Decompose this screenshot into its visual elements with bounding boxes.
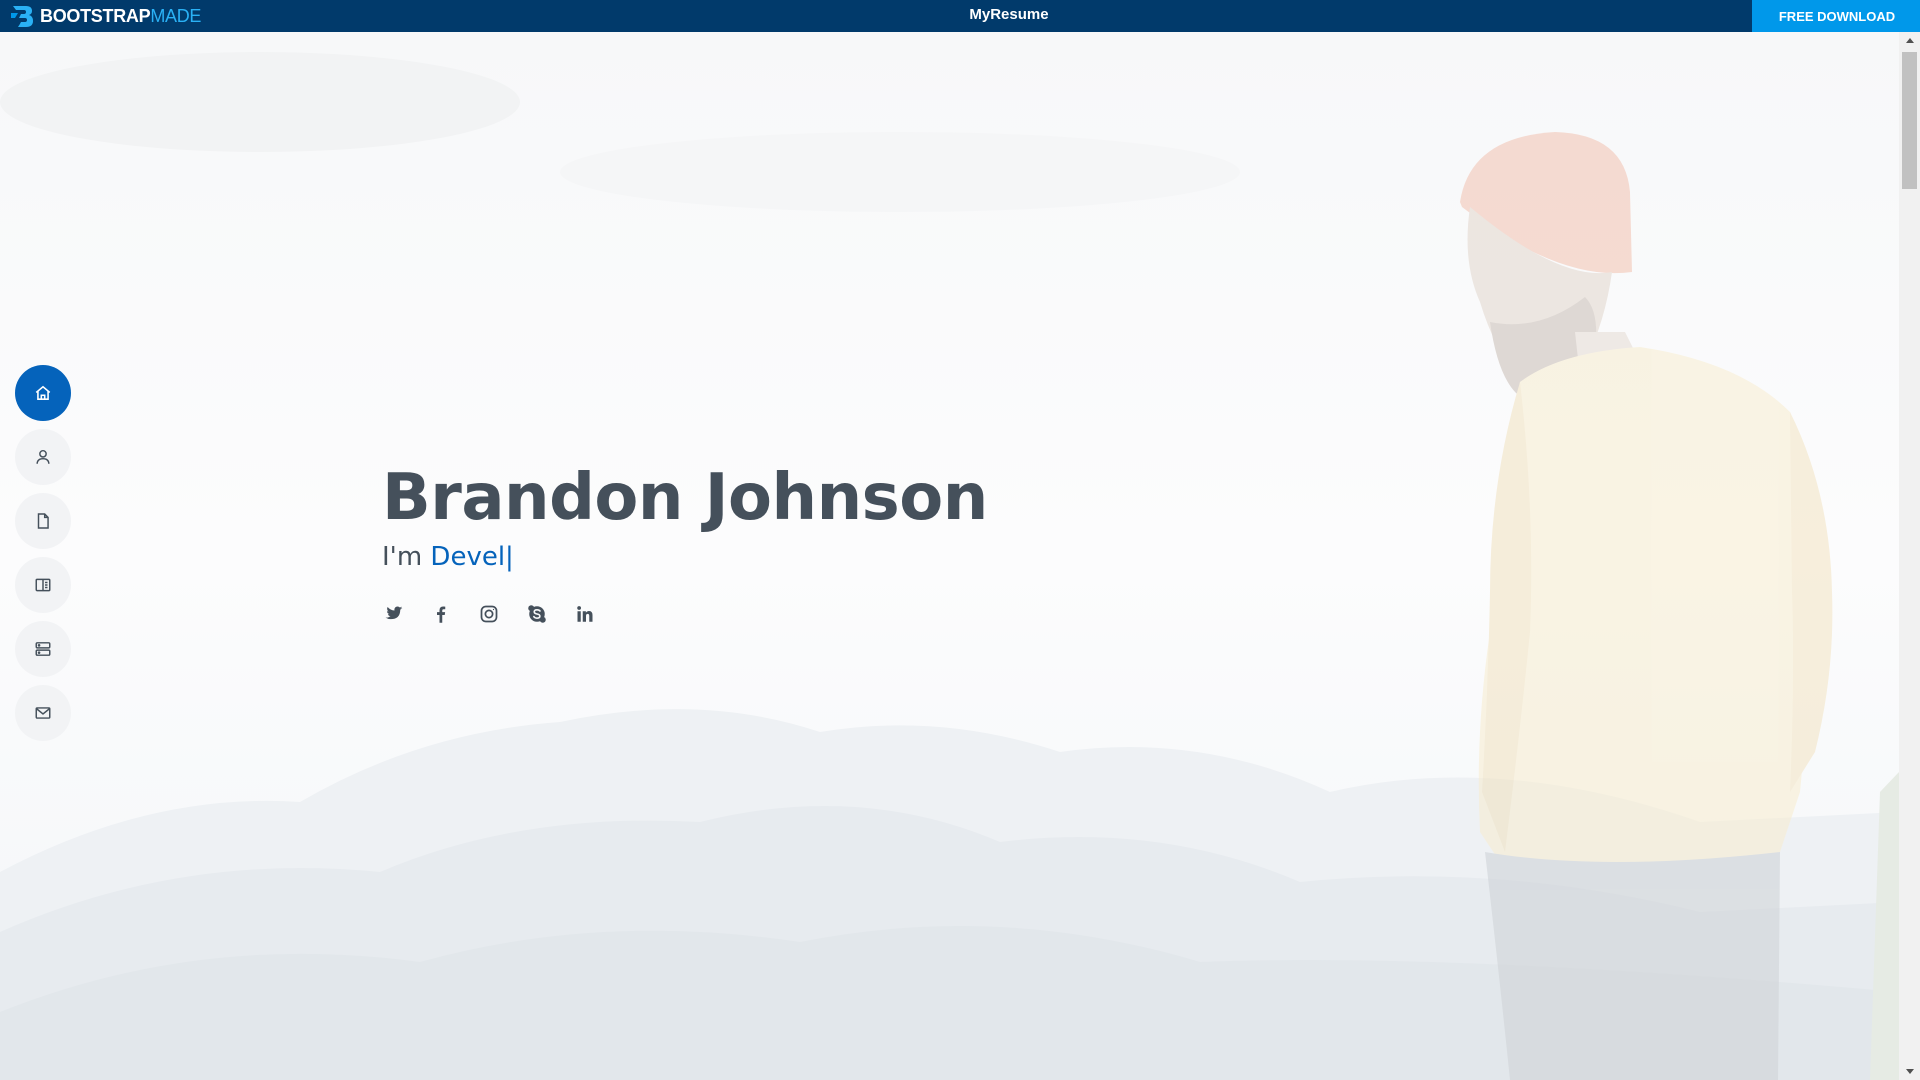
brand-name-part1: BOOTSTRAP xyxy=(40,5,151,26)
person-icon xyxy=(36,449,50,464)
hero-content: Brandon Johnson I'm Devel| xyxy=(382,460,988,625)
linkedin-link[interactable] xyxy=(574,603,596,625)
instagram-link[interactable] xyxy=(478,603,500,625)
scroll-down-button[interactable] xyxy=(1899,1063,1920,1080)
caret-up-icon xyxy=(1905,38,1914,43)
social-links xyxy=(382,603,988,625)
instagram-icon xyxy=(480,605,498,622)
page-scrollbar[interactable] xyxy=(1899,32,1920,1080)
twitter-link[interactable] xyxy=(382,603,404,625)
nav-home-button[interactable] xyxy=(15,365,71,421)
caret-down-icon xyxy=(1905,1069,1914,1074)
home-icon xyxy=(35,385,51,400)
site-title-wrap: MyResume xyxy=(0,0,1920,30)
linkedin-icon xyxy=(577,605,593,622)
bootstrapmade-logo-link[interactable]: BOOTSTRAPMADE xyxy=(10,0,201,32)
nav-about-button[interactable] xyxy=(15,429,71,485)
free-download-button[interactable]: FREE DOWNLOAD xyxy=(1752,0,1920,32)
hero-name: Brandon Johnson xyxy=(382,461,988,535)
book-icon xyxy=(35,578,51,592)
file-icon xyxy=(37,513,49,529)
side-navigation xyxy=(15,365,71,741)
typing-cursor: | xyxy=(505,541,514,572)
hero-prefix: I'm xyxy=(382,541,423,572)
hero-section: Brandon Johnson I'm Devel| xyxy=(0,32,1899,1080)
server-icon xyxy=(35,642,51,656)
facebook-icon xyxy=(437,606,446,623)
twitter-icon xyxy=(385,606,403,619)
skype-icon xyxy=(528,604,546,623)
typed-role-text: Devel xyxy=(430,541,506,572)
nav-portfolio-button[interactable] xyxy=(15,557,71,613)
brand-name-part2: MADE xyxy=(150,5,202,26)
scroll-thumb[interactable] xyxy=(1902,52,1917,189)
bootstrapmade-logo-icon xyxy=(11,6,33,27)
envelope-icon xyxy=(35,707,51,719)
hero-subtitle: I'm Devel| xyxy=(382,541,988,575)
facebook-link[interactable] xyxy=(430,603,452,625)
nav-contact-button[interactable] xyxy=(15,685,71,741)
brand-name: BOOTSTRAPMADE xyxy=(40,6,201,27)
skype-link[interactable] xyxy=(526,603,548,625)
site-title: MyResume xyxy=(969,6,1049,23)
scroll-up-button[interactable] xyxy=(1899,32,1920,49)
top-bar: BOOTSTRAPMADE MyResume FREE DOWNLOAD xyxy=(0,0,1920,32)
nav-services-button[interactable] xyxy=(15,621,71,677)
nav-resume-button[interactable] xyxy=(15,493,71,549)
